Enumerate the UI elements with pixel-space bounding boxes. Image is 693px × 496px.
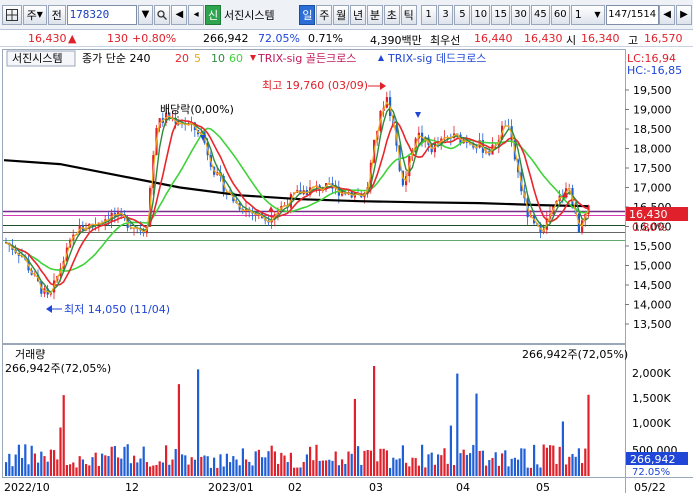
interval-15[interactable]: 15 [491,4,511,25]
current-price: 16,430 [28,32,67,45]
interval-10[interactable]: 10 [471,4,491,25]
page-next-button[interactable]: ▶ [676,4,692,25]
x-label-2023-01: 2023/01 [208,481,254,493]
legend-ma10: 10 [211,52,225,65]
interval-45[interactable]: 45 [530,4,550,25]
turnover-ratio: 72.05% [258,32,300,45]
best-ask-label: 최우선 [430,34,461,47]
prev-stock-button[interactable]: ◂ [188,4,205,25]
trade-amount: 4,390백만 [370,34,422,47]
pct-tag-text: 0.80% [632,221,667,234]
legend-ma60: 60 [229,52,243,65]
best-ask: 16,440 [474,32,513,45]
price-axis-label: 19,000 [633,104,672,117]
interval-1[interactable]: 1 [420,4,437,25]
price-axis-label: 19,500 [633,84,672,97]
vol-axis-2000k: 2,000K [632,367,671,380]
quote-bar: 16,430 ▲ 130 +0.80% 266,942 72.05% 0.71%… [0,30,693,47]
legend-ma5: 5 [194,52,201,65]
tab-minute[interactable]: 분 [367,4,383,25]
stock-code-input[interactable] [66,4,137,25]
interval-select[interactable]: 1 ▼ [570,4,605,25]
price-tag-text: 16,430 [629,208,668,221]
scope-button[interactable]: 전 [47,4,66,25]
page-counter: 147/1514 [605,4,660,25]
low-annotation: 최저 14,050 (11/04) [64,303,170,316]
best-bid: 16,430 [524,32,563,45]
legend-ma20: 20 [175,52,189,65]
new-badge: 신 [205,4,222,25]
legend-name: 서진시스템 [12,52,63,65]
high-label: 고 [628,34,639,47]
grid-icon[interactable] [2,4,22,25]
interval-60[interactable]: 60 [550,4,570,25]
speaker-icon[interactable]: ◀ [171,4,188,25]
toolbar: 주▼ 전 ▼ ◀ ◂ 신 서진시스템 일 주 월 년 분 초 틱 1 3 5 1… [0,0,693,30]
ratio2: 0.71% [308,32,343,45]
volume-value-right: 266,942주(72,05%) [522,348,628,361]
x-label-05-22: 05/22 [634,481,666,493]
page-prev-button[interactable]: ◀ [659,4,676,25]
tab-tick[interactable]: 틱 [400,4,417,25]
price-axis-label: 17,000 [633,182,672,195]
x-label-03: 03 [369,481,383,493]
open-price: 16,340 [581,32,620,45]
hc-label: HC:-16,85 [627,64,682,77]
market-type-select[interactable]: 주 ▼ [22,4,47,25]
vol-axis-1000k: 1,000K [632,417,671,430]
tab-month[interactable]: 월 [333,4,350,25]
price-axis-label: 15,500 [633,240,672,253]
volume-value-left: 266,942주(72,05%) [5,362,111,375]
x-label-02: 02 [288,481,302,493]
legend-trix-dead: TRIX-sig 데드크로스 [387,52,486,65]
search-icon[interactable] [154,4,171,25]
stock-name: 서진시스템 [224,8,275,22]
vol-axis-1500k: 1,500K [632,392,671,405]
interval-5[interactable]: 5 [454,4,471,25]
legend-chart-type: 종가 단순 240 [82,52,150,65]
chart-area[interactable]: 서진시스템 종가 단순 240 20 5 10 60 TRIX-sig 골든크로… [0,47,693,494]
price-axis-label: 14,500 [633,279,672,292]
interval-3[interactable]: 3 [437,4,454,25]
legend-trix-golden: TRIX-sig 골든크로스 [257,52,356,65]
high-price: 16,570 [644,32,683,45]
tab-day[interactable]: 일 [299,4,316,25]
x-label-04: 04 [456,481,470,493]
price-axis-label: 18,500 [633,123,672,136]
open-label: 시 [566,34,577,47]
change-value: 130 [107,32,128,45]
price-axis-label: 18,000 [633,143,672,156]
tab-week[interactable]: 주 [316,4,333,25]
volume-tag-value: 266,942 [630,453,676,466]
volume-value: 266,942 [203,32,249,45]
dividend-annotation: 배당락(0,00%) [160,103,234,116]
interval-30[interactable]: 30 [511,4,530,25]
x-label-12: 12 [125,481,139,493]
x-label-05: 05 [536,481,550,493]
price-axis-label: 17,500 [633,162,672,175]
tab-year[interactable]: 년 [350,4,366,25]
dropdown-icon[interactable]: ▼ [137,4,154,25]
volume-title: 거래량 [15,348,45,361]
price-axis-label: 14,000 [633,299,672,312]
price-axis-label: 13,500 [633,318,672,331]
volume-tag-pct: 72.05% [632,467,670,478]
price-axis-label: 15,000 [633,260,672,273]
high-annotation: 최고 19,760 (03/09) [262,79,368,92]
x-label-2022-10: 2022/10 [4,481,50,493]
tab-second[interactable]: 초 [383,4,400,25]
up-arrow-icon: ▲ [68,32,77,45]
change-percent: +0.80% [132,32,177,45]
